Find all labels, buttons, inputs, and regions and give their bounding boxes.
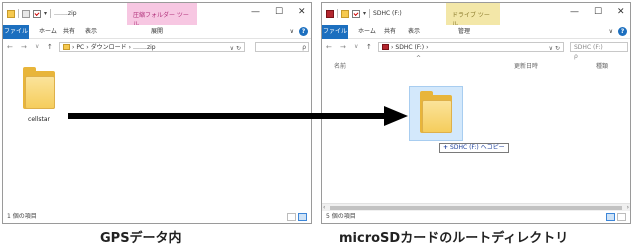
title-bar: ▾ SDHC (F:) ドライブ ツール — ☐ ✕ bbox=[322, 3, 630, 28]
quick-access-toolbar: ▾ SDHC (F:) bbox=[326, 9, 402, 18]
tab-file[interactable]: ファイル bbox=[322, 25, 348, 39]
horizontal-scrollbar[interactable]: ‹ › bbox=[322, 203, 630, 211]
chevron-down-icon[interactable]: ∨ bbox=[609, 28, 613, 35]
ribbon-tabs: ファイル ホーム 共有 表示 展開 ∨ ? bbox=[3, 25, 311, 39]
window-title: SDHC (F:) bbox=[373, 10, 402, 17]
chevron-down-icon[interactable]: ▾ bbox=[363, 10, 366, 17]
item-count: 1 個の項目 bbox=[7, 213, 37, 220]
tool-tab-compressed[interactable]: 圧縮フォルダー ツール bbox=[127, 3, 197, 28]
divider bbox=[50, 9, 52, 18]
large-icons-view-icon[interactable] bbox=[617, 213, 626, 221]
search-input[interactable]: ρ bbox=[255, 42, 309, 52]
address-bar[interactable]: › SDHC (F:) › ∨ ↻ bbox=[378, 42, 564, 52]
maximize-icon[interactable]: ☐ bbox=[594, 7, 602, 17]
tab-share[interactable]: 共有 bbox=[384, 25, 396, 39]
tab-extract[interactable]: 展開 bbox=[151, 25, 163, 39]
back-icon[interactable]: ← bbox=[7, 43, 13, 51]
chevron-right-icon: › bbox=[72, 43, 75, 51]
chevron-down-icon[interactable]: ∨ bbox=[354, 43, 358, 51]
folder-icon bbox=[420, 91, 452, 133]
column-header-type[interactable]: 種類 bbox=[596, 61, 608, 70]
scrollbar-thumb[interactable] bbox=[330, 206, 622, 210]
chevron-down-icon[interactable]: ∨ bbox=[35, 43, 39, 51]
divider bbox=[337, 9, 338, 18]
folder-icon[interactable] bbox=[23, 67, 55, 109]
sd-icon bbox=[326, 9, 334, 18]
refresh-icon[interactable]: ∨ ↻ bbox=[549, 44, 560, 53]
sort-arrow-icon: ^ bbox=[416, 55, 422, 62]
tab-home[interactable]: ホーム bbox=[39, 25, 57, 39]
divider bbox=[369, 9, 371, 18]
back-icon[interactable]: ← bbox=[326, 43, 332, 51]
tab-view[interactable]: 表示 bbox=[408, 25, 420, 39]
minimize-icon[interactable]: — bbox=[251, 7, 260, 17]
tab-manage[interactable]: 管理 bbox=[458, 25, 470, 39]
large-icons-view-icon[interactable] bbox=[298, 213, 307, 221]
divider bbox=[18, 9, 19, 18]
chevron-down-icon[interactable]: ▾ bbox=[44, 10, 47, 17]
folder-icon bbox=[63, 44, 70, 50]
check-icon[interactable] bbox=[352, 9, 360, 18]
explorer-window-sdcard: ▾ SDHC (F:) ドライブ ツール — ☐ ✕ ファイル ホーム 共有 表… bbox=[321, 2, 631, 224]
status-bar: 5 個の項目 bbox=[322, 211, 630, 223]
status-bar: 1 個の項目 bbox=[3, 211, 311, 223]
caption-right: microSDカードのルートディレクトリ bbox=[339, 231, 569, 246]
forward-icon[interactable]: → bbox=[21, 43, 27, 51]
up-icon[interactable]: ↑ bbox=[47, 43, 53, 51]
forward-icon[interactable]: → bbox=[340, 43, 346, 51]
tab-view[interactable]: 表示 bbox=[85, 25, 97, 39]
search-input[interactable]: SDHC (F:) ρ bbox=[570, 42, 630, 60]
folder-name[interactable]: cellstar bbox=[19, 116, 59, 123]
up-icon[interactable]: ↑ bbox=[366, 43, 372, 51]
tab-home[interactable]: ホーム bbox=[358, 25, 376, 39]
ribbon-controls: ∨ ? bbox=[290, 27, 308, 36]
tab-file[interactable]: ファイル bbox=[3, 25, 29, 39]
tab-share[interactable]: 共有 bbox=[63, 25, 75, 39]
window-title: …….zip bbox=[54, 10, 77, 17]
details-view-icon[interactable] bbox=[606, 213, 615, 221]
folder-icon[interactable] bbox=[341, 9, 349, 18]
breadcrumb-zip[interactable]: …….zip bbox=[133, 43, 156, 52]
ribbon-tabs: ファイル ホーム 共有 表示 管理 ∨ ? bbox=[322, 25, 630, 39]
chevron-right-icon: › bbox=[128, 43, 132, 51]
tool-tab-drive[interactable]: ドライブ ツール bbox=[446, 3, 500, 28]
sd-icon bbox=[382, 44, 389, 50]
quick-access-toolbar: ▾ …….zip bbox=[7, 9, 77, 18]
column-header-name[interactable]: 名前 bbox=[334, 61, 346, 70]
search-icon[interactable]: ρ bbox=[302, 43, 306, 52]
close-icon[interactable]: ✕ bbox=[617, 7, 625, 17]
chevron-right-icon: › bbox=[86, 43, 89, 51]
minimize-icon[interactable]: — bbox=[570, 7, 579, 17]
address-bar[interactable]: › PC › ダウンロード › …….zip ∨ ↻ bbox=[59, 42, 245, 52]
breadcrumb-downloads[interactable]: ダウンロード bbox=[91, 43, 127, 52]
help-icon[interactable]: ? bbox=[618, 27, 627, 36]
copy-tooltip-text: SDHC (F:) へコピー bbox=[450, 144, 505, 151]
help-icon[interactable]: ? bbox=[299, 27, 308, 36]
breadcrumb-pc[interactable]: PC bbox=[76, 43, 84, 52]
maximize-icon[interactable]: ☐ bbox=[275, 7, 283, 17]
chevron-down-icon[interactable]: ∨ bbox=[290, 28, 294, 35]
item-count: 5 個の項目 bbox=[326, 213, 356, 220]
plus-icon: + bbox=[443, 144, 449, 151]
breadcrumb-sdhc[interactable]: SDHC (F:) bbox=[395, 43, 424, 52]
refresh-icon[interactable]: ∨ ↻ bbox=[230, 44, 241, 53]
navigation-bar: ← → ∨ ↑ › SDHC (F:) › ∨ ↻ SDHC (F:) ρ bbox=[322, 40, 630, 60]
chevron-right-icon: › bbox=[391, 43, 394, 51]
ribbon-controls: ∨ ? bbox=[609, 27, 627, 36]
title-bar: ▾ …….zip 圧縮フォルダー ツール — ☐ ✕ bbox=[3, 3, 311, 28]
properties-icon[interactable] bbox=[22, 9, 30, 18]
chevron-right-icon: › bbox=[426, 43, 429, 51]
navigation-bar: ← → ∨ ↑ › PC › ダウンロード › …….zip ∨ ↻ ρ bbox=[3, 40, 311, 54]
close-icon[interactable]: ✕ bbox=[298, 7, 306, 17]
explorer-window-zip: ▾ …….zip 圧縮フォルダー ツール — ☐ ✕ ファイル ホーム 共有 表… bbox=[2, 2, 312, 224]
caption-left: GPSデータ内 bbox=[100, 231, 182, 246]
check-icon[interactable] bbox=[33, 9, 41, 18]
column-header-date[interactable]: 更新日時 bbox=[514, 61, 538, 70]
copy-tooltip: + SDHC (F:) へコピー bbox=[439, 143, 509, 153]
folder-icon bbox=[7, 9, 15, 18]
details-view-icon[interactable] bbox=[287, 213, 296, 221]
